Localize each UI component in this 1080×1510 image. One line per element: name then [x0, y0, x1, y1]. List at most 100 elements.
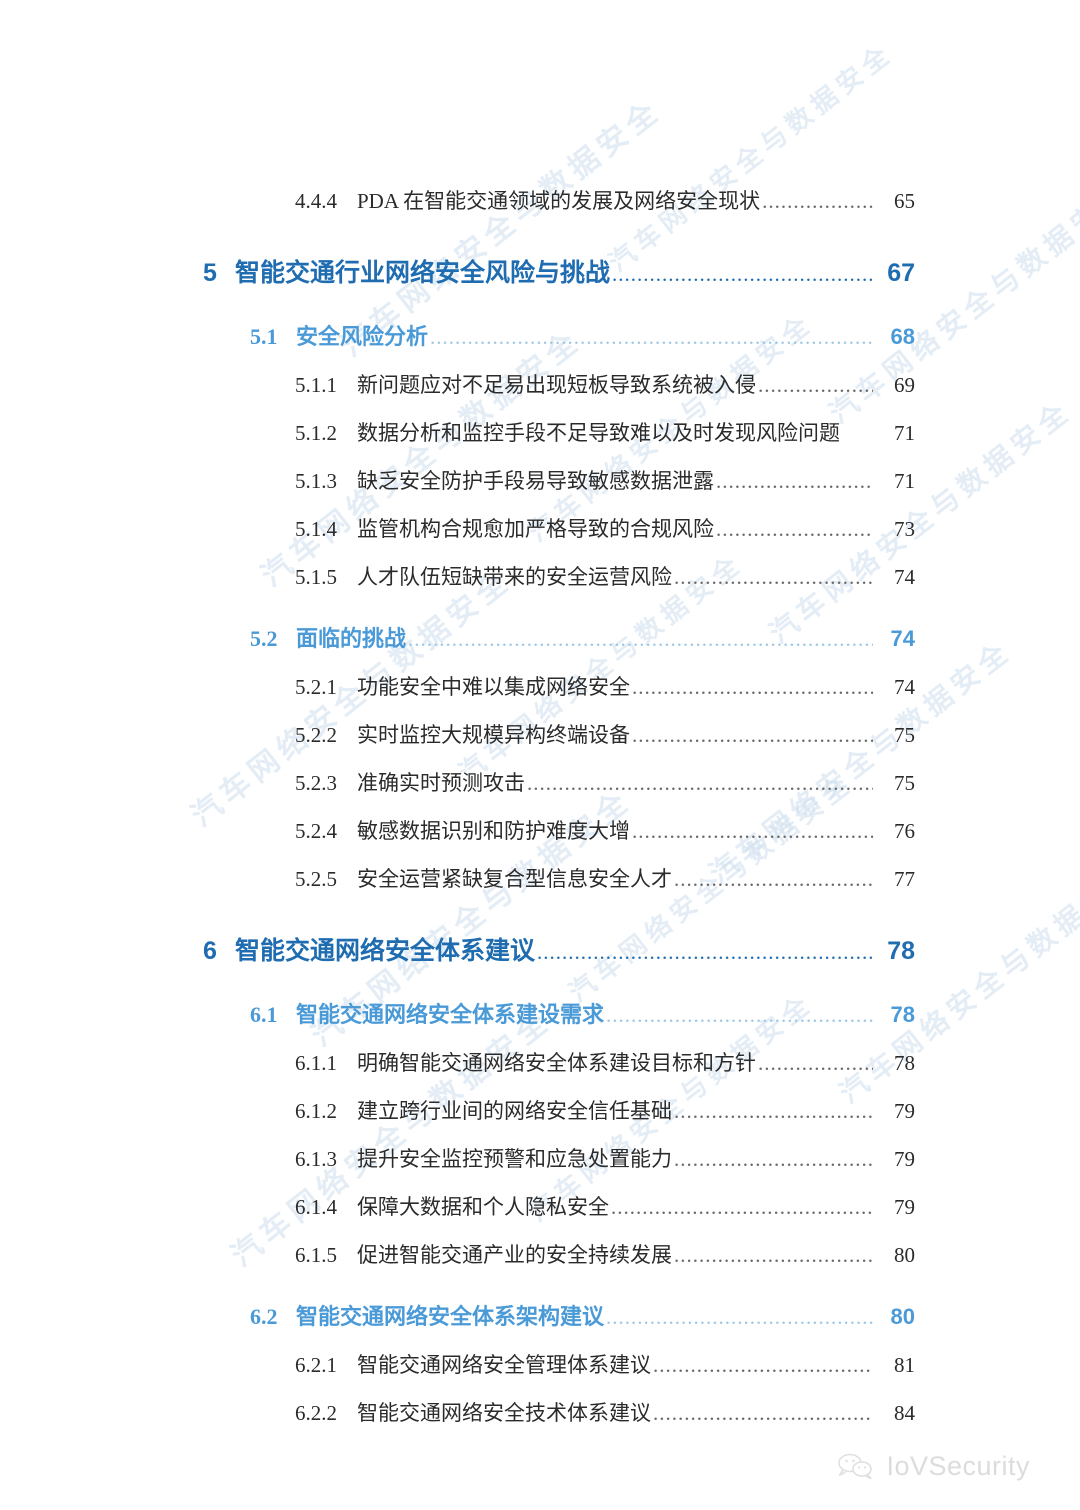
toc-entry-title: 提升安全监控预警和应急处置能力: [357, 1147, 672, 1171]
toc-dot-leader: ........................................…: [632, 675, 873, 699]
toc-dot-leader: ........................................…: [674, 867, 873, 891]
toc-dot-leader: ........................................…: [632, 723, 873, 747]
toc-entry-number: 6.1.1: [295, 1051, 337, 1075]
toc-entry-number: 4.4.4: [295, 189, 337, 213]
toc-entry-title: 智能交通网络安全体系架构建议: [296, 1304, 605, 1329]
toc-entry-title: 智能交通网络安全管理体系建议: [357, 1353, 651, 1377]
toc-entry-level-1[interactable]: 5 智能交通行业网络安全风险与挑战........................…: [0, 253, 1080, 289]
toc-dot-leader: ........................................…: [527, 771, 873, 795]
table-of-contents: 4.4.4 PDA 在智能交通领域的发展及网络安全现状..............…: [0, 0, 1080, 1427]
footer-logo: IoVSecurity: [836, 1451, 1030, 1482]
wechat-icon: [836, 1452, 876, 1482]
toc-entry-page-number: 79: [894, 1147, 915, 1171]
document-page: 汽车网络安全与数据安全 汽车网络安全与数据安全 汽车网络安全与数据安全 汽车网络安全与…: [0, 0, 1080, 1510]
toc-entry-title: 智能交通网络安全体系建议: [235, 937, 536, 965]
toc-entry-number: 5.1.5: [295, 565, 337, 589]
toc-dot-leader: ........................................…: [653, 1401, 873, 1425]
toc-entry-page-number: 79: [894, 1195, 915, 1219]
toc-dot-leader: ........................................…: [611, 1195, 873, 1219]
toc-entry-page-number: 71: [894, 421, 915, 445]
toc-entry-title: 人才队伍短缺带来的安全运营风险: [357, 565, 672, 589]
toc-entry-title: 保障大数据和个人隐私安全: [357, 1195, 609, 1219]
toc-entry-page-number: 80: [894, 1243, 915, 1267]
toc-entry-level-3[interactable]: 5.1.2数据分析和监控手段不足导致难以及时发现风险问题............…: [0, 417, 1080, 447]
toc-entry-title: 安全风险分析: [296, 324, 429, 349]
toc-dot-leader: ........................................…: [606, 1305, 873, 1329]
toc-entry-level-3[interactable]: 6.1.2 建立跨行业间的网络安全信任基础....................…: [0, 1095, 1080, 1125]
toc-entry-title: 实时监控大规模异构终端设备: [357, 723, 630, 747]
toc-entry-level-3[interactable]: 5.2.5 安全运营紧缺复合型信息安全人才....................…: [0, 863, 1080, 893]
toc-entry-title: 安全运营紧缺复合型信息安全人才: [357, 867, 672, 891]
toc-entry-title: 建立跨行业间的网络安全信任基础: [357, 1099, 672, 1123]
toc-entry-title: 准确实时预测攻击: [357, 771, 525, 795]
toc-dot-leader: ........................................…: [632, 819, 873, 843]
toc-entry-level-3[interactable]: 5.2.1 功能安全中难以集成网络安全......................…: [0, 671, 1080, 701]
toc-entry-number: 6.2.2: [295, 1401, 337, 1425]
toc-entry-title: 监管机构合规愈加严格导致的合规风险: [357, 517, 714, 541]
toc-entry-number: 5.1.1: [295, 373, 337, 397]
toc-entry-page-number: 71: [894, 469, 915, 493]
toc-entry-title: 敏感数据识别和防护难度大增: [357, 819, 630, 843]
toc-entry-level-3[interactable]: 6.1.4 保障大数据和个人隐私安全.......................…: [0, 1191, 1080, 1221]
toc-entry-level-1[interactable]: 6 智能交通网络安全体系建议...........................…: [0, 931, 1080, 967]
toc-entry-page-number: 78: [887, 937, 915, 965]
toc-entry-number: 5.2.1: [295, 675, 337, 699]
toc-entry-page-number: 77: [894, 867, 915, 891]
toc-entry-level-2[interactable]: 5.2 面临的挑战................................…: [0, 621, 1080, 653]
toc-entry-number: 6.1.4: [295, 1195, 337, 1219]
toc-entry-number: 6.1.3: [295, 1147, 337, 1171]
toc-entry-page-number: 78: [890, 1002, 915, 1027]
toc-dot-leader: ........................................…: [612, 262, 873, 286]
toc-entry-level-3[interactable]: 6.2.2 智能交通网络安全技术体系建议.....................…: [0, 1397, 1080, 1427]
toc-entry-number: 5.1.2: [295, 421, 337, 445]
toc-entry-page-number: 74: [894, 675, 915, 699]
toc-dot-leader: ........................................…: [430, 325, 873, 349]
toc-entry-level-2[interactable]: 6.1 智能交通网络安全体系建设需求.......................…: [0, 997, 1080, 1029]
toc-entry-level-3[interactable]: 5.2.4 敏感数据识别和防护难度大增......................…: [0, 815, 1080, 845]
toc-entry-number: 6: [203, 937, 217, 965]
toc-entry-title: 智能交通行业网络安全风险与挑战: [235, 259, 611, 287]
toc-entry-level-3[interactable]: 5.2.2 实时监控大规模异构终端设备......................…: [0, 719, 1080, 749]
toc-entry-title: 数据分析和监控手段不足导致难以及时发现风险问题: [357, 421, 840, 445]
toc-entry-page-number: 81: [894, 1353, 915, 1377]
toc-entry-number: 6.1.5: [295, 1243, 337, 1267]
toc-entry-page-number: 65: [894, 189, 915, 213]
toc-dot-leader: ........................................…: [653, 1353, 873, 1377]
toc-entry-number: 5.2.4: [295, 819, 337, 843]
toc-entry-title: PDA 在智能交通领域的发展及网络安全现状: [357, 189, 761, 213]
toc-entry-number: 6.1: [250, 1002, 278, 1027]
toc-entry-title: 新问题应对不足易出现短板导致系统被入侵: [357, 373, 756, 397]
toc-entry-level-3[interactable]: 6.1.1 明确智能交通网络安全体系建设目标和方针................…: [0, 1047, 1080, 1077]
toc-entry-page-number: 78: [894, 1051, 915, 1075]
toc-entry-number: 5.2.2: [295, 723, 337, 747]
toc-entry-title: 促进智能交通产业的安全持续发展: [357, 1243, 672, 1267]
toc-dot-leader: ........................................…: [674, 1147, 873, 1171]
toc-entry-title: 明确智能交通网络安全体系建设目标和方针: [357, 1051, 756, 1075]
toc-entry-level-3[interactable]: 6.1.5 促进智能交通产业的安全持续发展....................…: [0, 1239, 1080, 1269]
toc-dot-leader: ........................................…: [674, 565, 873, 589]
toc-entry-level-3[interactable]: 5.2.3 准确实时预测攻击...........................…: [0, 767, 1080, 797]
toc-entry-number: 6.2.1: [295, 1353, 337, 1377]
toc-entry-number: 6.2: [250, 1304, 278, 1329]
toc-entry-title: 缺乏安全防护手段易导致敏感数据泄露: [357, 469, 714, 493]
toc-entry-page-number: 80: [890, 1304, 915, 1329]
toc-entry-page-number: 69: [894, 373, 915, 397]
toc-dot-leader: ........................................…: [606, 1003, 873, 1027]
toc-entry-number: 5: [203, 259, 217, 287]
toc-entry-level-3[interactable]: 5.1.3 缺乏安全防护手段易导致敏感数据泄露..................…: [0, 465, 1080, 495]
toc-entry-page-number: 74: [894, 565, 915, 589]
toc-entry-level-3[interactable]: 5.1.4 监管机构合规愈加严格导致的合规风险..................…: [0, 513, 1080, 543]
toc-entry-level-2[interactable]: 6.2 智能交通网络安全体系架构建议.......................…: [0, 1299, 1080, 1331]
toc-entry-page-number: 74: [890, 626, 915, 651]
toc-dot-leader: ........................................…: [408, 627, 873, 651]
toc-entry-level-3[interactable]: 6.1.3 提升安全监控预警和应急处置能力....................…: [0, 1143, 1080, 1173]
toc-entry-page-number: 84: [894, 1401, 915, 1425]
toc-entry-level-2[interactable]: 5.1 安全风险分析...............................…: [0, 319, 1080, 351]
toc-entry-page-number: 76: [894, 819, 915, 843]
toc-entry-level-3[interactable]: 5.1.1 新问题应对不足易出现短板导致系统被入侵................…: [0, 369, 1080, 399]
toc-dot-leader: ........................................…: [716, 517, 873, 541]
toc-entry-level-3[interactable]: 6.2.1 智能交通网络安全管理体系建议.....................…: [0, 1349, 1080, 1379]
toc-entry-level-3[interactable]: 5.1.5 人才队伍短缺带来的安全运营风险....................…: [0, 561, 1080, 591]
toc-entry-title: 智能交通网络安全技术体系建议: [357, 1401, 651, 1425]
toc-entry-level-3[interactable]: 4.4.4 PDA 在智能交通领域的发展及网络安全现状..............…: [0, 185, 1080, 215]
